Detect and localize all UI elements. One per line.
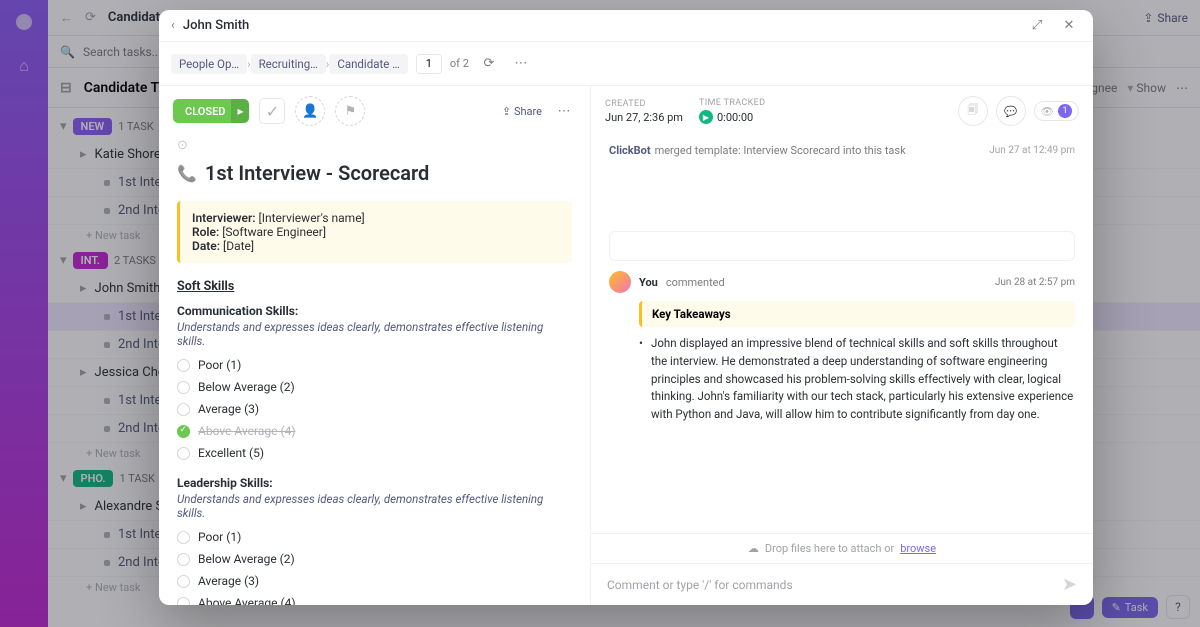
task-modal: ‹ John Smith ⤢ ✕ People Op…›Recruiting…›… xyxy=(159,10,1093,605)
task-id-icon: ⊙ xyxy=(177,138,572,153)
more-icon[interactable]: ⋯ xyxy=(509,52,533,76)
assignee-add-icon[interactable]: 👤 xyxy=(295,96,325,126)
rating-option[interactable]: Poor (1) xyxy=(177,358,572,372)
drop-files-row[interactable]: ☁ Drop files here to attach or browse xyxy=(591,533,1093,563)
rating-option[interactable]: Above Average (4) xyxy=(177,424,572,438)
comment-block: You commented Jun 28 at 2:57 pm Key Take… xyxy=(609,271,1075,424)
soft-skills-heading: Soft Skills xyxy=(177,279,572,294)
task-title[interactable]: 1st Interview - Scorecard xyxy=(205,161,429,185)
share-button[interactable]: ⇪ Share xyxy=(502,105,542,118)
comment-input[interactable]: Comment or type '/' for commands xyxy=(607,578,793,592)
skill-heading: Leadership Skills: xyxy=(177,476,572,490)
breadcrumb[interactable]: Recruiting… xyxy=(251,54,326,74)
watchers-button[interactable]: 👁1 xyxy=(1034,101,1079,121)
key-takeaways-heading: Key Takeaways xyxy=(639,301,1075,327)
rating-option[interactable]: Below Average (2) xyxy=(177,552,572,566)
browse-link[interactable]: browse xyxy=(900,542,936,555)
created-meta: CREATED Jun 27, 2:36 pm xyxy=(605,99,683,124)
close-icon[interactable]: ✕ xyxy=(1057,14,1081,38)
page-input[interactable] xyxy=(416,54,442,74)
collapse-icon[interactable]: ⤢ xyxy=(1025,14,1049,38)
attachment-icon[interactable]: 🗐 xyxy=(958,96,988,126)
phone-icon: 📞 xyxy=(177,164,197,183)
status-next-button[interactable]: ▸ xyxy=(231,99,249,123)
refresh-icon[interactable]: ⟳ xyxy=(477,52,501,76)
rating-option[interactable]: Above Average (4) xyxy=(177,596,572,605)
modal-candidate-name: John Smith xyxy=(183,18,249,33)
breadcrumb[interactable]: Candidate … xyxy=(329,54,408,74)
modal-back-icon[interactable]: ‹ xyxy=(171,18,175,33)
interview-info-block: Interviewer: [Interviewer's name] Role: … xyxy=(177,201,572,263)
avatar xyxy=(609,271,631,293)
comment-body: John displayed an impressive blend of te… xyxy=(609,335,1075,424)
rating-option[interactable]: Poor (1) xyxy=(177,530,572,544)
rating-option[interactable]: Average (3) xyxy=(177,402,572,416)
more-icon[interactable]: ⋯ xyxy=(552,99,576,123)
send-icon[interactable]: ➤ xyxy=(1062,574,1077,595)
time-tracked-meta[interactable]: TIME TRACKED ▶0:00:00 xyxy=(699,98,765,124)
activity-row: ClickBot merged template: Interview Scor… xyxy=(609,140,1075,161)
rating-option[interactable]: Average (3) xyxy=(177,574,572,588)
rating-option[interactable]: Below Average (2) xyxy=(177,380,572,394)
page-of-label: of 2 xyxy=(450,57,469,70)
skill-heading: Communication Skills: xyxy=(177,304,572,318)
chat-icon[interactable]: 💬 xyxy=(996,96,1026,126)
status-button[interactable]: CLOSED xyxy=(173,99,237,123)
priority-icon[interactable]: ⚑ xyxy=(335,96,365,126)
rating-option[interactable]: Excellent (5) xyxy=(177,446,572,460)
complete-check-button[interactable]: ✓ xyxy=(259,98,285,124)
breadcrumb[interactable]: People Op… xyxy=(171,54,247,74)
empty-comment-row[interactable] xyxy=(609,231,1075,261)
